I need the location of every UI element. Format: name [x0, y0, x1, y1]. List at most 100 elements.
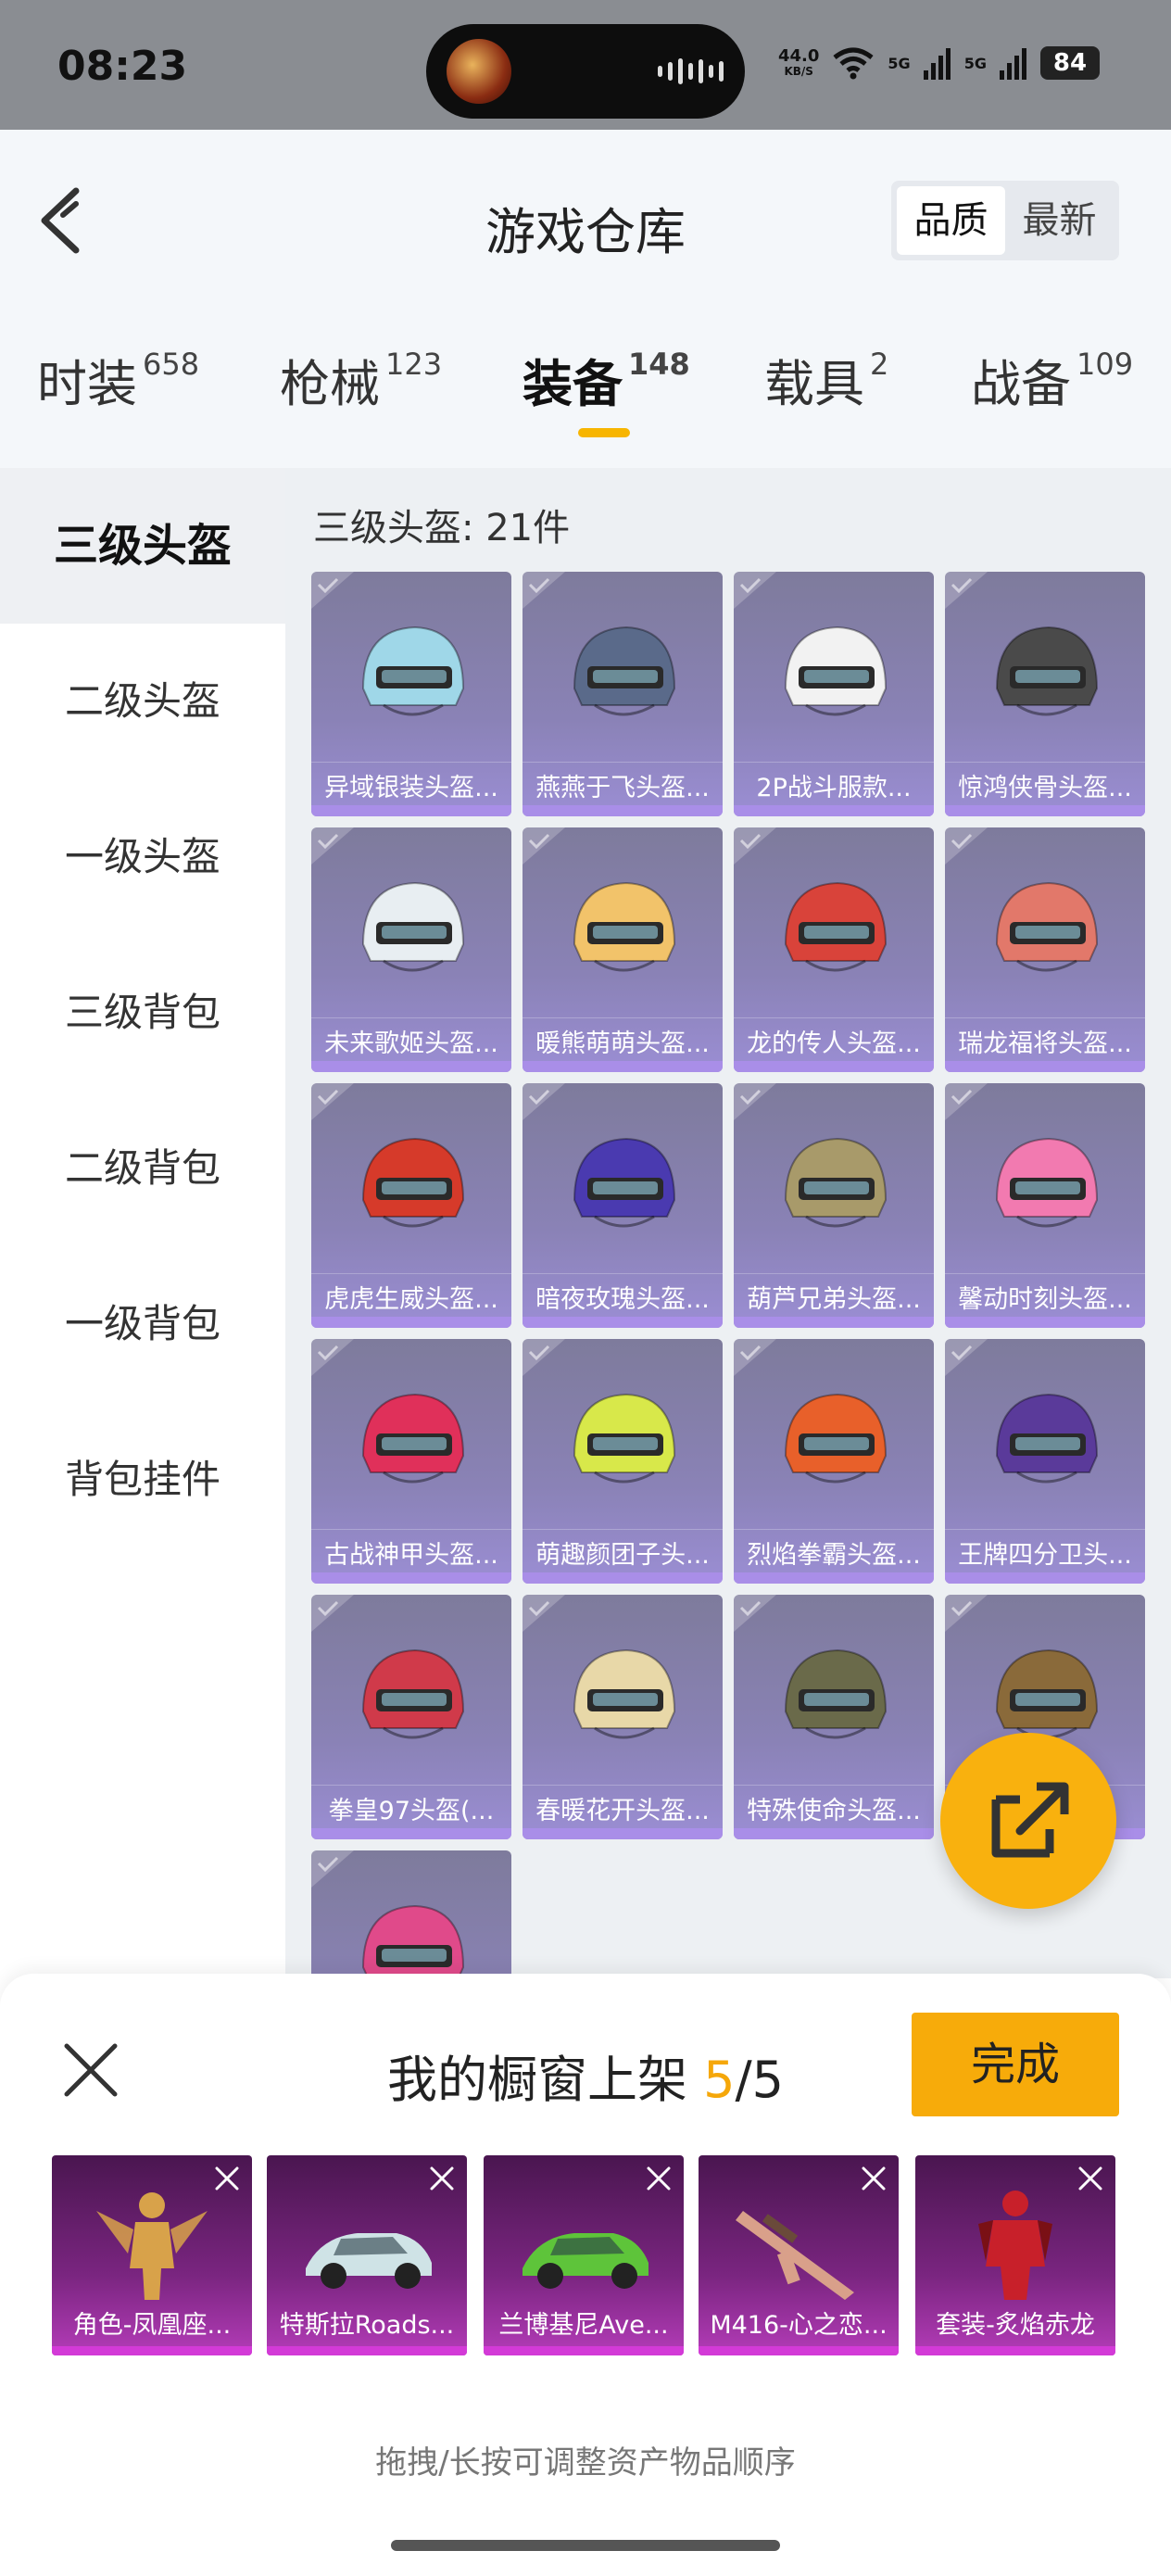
check-corner-icon	[945, 1083, 988, 1120]
tab-supplies[interactable]: 战备 109	[971, 343, 1133, 416]
card-divider	[311, 1785, 511, 1786]
item-name: 异域银装头盔...	[324, 774, 498, 802]
item-name: 春暖花开头盔...	[535, 1797, 710, 1825]
slot-name: 特斯拉Roads...	[279, 2311, 455, 2340]
rarity-bar	[945, 1572, 1145, 1584]
sidebar-item-level3-helmet[interactable]: 三级头盔	[0, 468, 285, 624]
helmet-icon	[995, 1137, 1099, 1228]
helmet-item-card[interactable]	[311, 1850, 511, 1978]
signal-2-icon	[999, 48, 1026, 80]
card-divider	[311, 1529, 511, 1530]
rarity-bar	[734, 1061, 934, 1072]
tab-label: 时装	[37, 355, 137, 413]
helmet-item-card[interactable]: 燕燕于飞头盔...	[523, 572, 723, 816]
sidebar-item-level1-backpack[interactable]: 一级背包	[0, 1246, 285, 1402]
suit-icon	[978, 2191, 1052, 2300]
rarity-bar	[945, 1061, 1145, 1072]
helmet-icon	[573, 625, 676, 716]
helmet-item-card[interactable]: 馨动时刻头盔...	[945, 1083, 1145, 1328]
showcase-slot[interactable]: 角色-凤凰座...	[52, 2155, 252, 2355]
helmet-item-card[interactable]: 烈焰拳霸头盔...	[734, 1339, 934, 1584]
check-corner-icon	[311, 572, 354, 609]
item-name: 虎虎生威头盔...	[324, 1285, 498, 1314]
helmet-item-card[interactable]: 异域银装头盔...	[311, 572, 511, 816]
net-speed-value: 44.0	[778, 46, 820, 66]
check-corner-icon	[523, 1083, 565, 1120]
car-icon	[523, 2233, 648, 2289]
card-divider	[523, 1785, 723, 1786]
tab-label: 战备	[971, 355, 1071, 413]
helmet-item-card[interactable]: 古战神甲头盔...	[311, 1339, 511, 1584]
helmet-item-card[interactable]: 未来歌姬头盔...	[311, 827, 511, 1072]
card-divider	[734, 762, 934, 763]
helmet-icon	[995, 881, 1099, 972]
check-corner-icon	[523, 1339, 565, 1376]
helmet-item-card[interactable]: 龙的传人头盔...	[734, 827, 934, 1072]
showcase-slot[interactable]: 套装-炙焰赤龙	[915, 2155, 1115, 2355]
check-corner-icon	[945, 572, 988, 609]
helmet-item-card[interactable]: 2P战斗服款...	[734, 572, 934, 816]
tab-guns[interactable]: 枪械 123	[280, 343, 442, 416]
tab-fashion[interactable]: 时装 658	[37, 343, 199, 416]
dynamic-island[interactable]	[426, 24, 745, 119]
sidebar-item-level3-backpack[interactable]: 三级背包	[0, 935, 285, 1091]
helmet-item-card[interactable]: 春暖花开头盔...	[523, 1595, 723, 1839]
item-name: 暖熊萌萌头盔...	[535, 1029, 710, 1058]
check-corner-icon	[945, 827, 988, 865]
check-corner-icon	[311, 827, 354, 865]
slot-name: 套装-炙焰赤龙	[936, 2311, 1095, 2340]
slot-name: 角色-凤凰座...	[72, 2311, 232, 2340]
sort-quality-button[interactable]: 品质	[897, 186, 1005, 255]
rarity-bar	[52, 2346, 252, 2355]
helmet-item-card[interactable]: 虎虎生威头盔...	[311, 1083, 511, 1328]
sidebar-item-level2-helmet[interactable]: 二级头盔	[0, 624, 285, 779]
helmet-item-card[interactable]: 暗夜玫瑰头盔...	[523, 1083, 723, 1328]
check-corner-icon	[945, 1595, 988, 1632]
tab-count: 123	[385, 347, 443, 382]
sidebar-item-level2-backpack[interactable]: 二级背包	[0, 1091, 285, 1246]
helmet-icon	[361, 1648, 465, 1739]
helmet-item-card[interactable]: 惊鸿侠骨头盔...	[945, 572, 1145, 816]
done-button[interactable]: 完成	[912, 2013, 1119, 2116]
helmet-item-card[interactable]: 葫芦兄弟头盔...	[734, 1083, 934, 1328]
helmet-icon	[361, 1904, 465, 1978]
showcase-slot[interactable]: M416-心之恋...	[699, 2155, 899, 2355]
rifle-icon	[736, 2211, 854, 2300]
helmet-item-card[interactable]: 萌趣颜团子头...	[523, 1339, 723, 1584]
helmet-item-card[interactable]: 暖熊萌萌头盔...	[523, 827, 723, 1072]
showcase-slot[interactable]: 兰博基尼Ave...	[484, 2155, 684, 2355]
item-name: 惊鸿侠骨头盔...	[958, 774, 1132, 802]
sort-latest-button[interactable]: 最新	[1005, 186, 1114, 255]
helmet-item-card[interactable]: 王牌四分卫头...	[945, 1339, 1145, 1584]
helmet-icon	[784, 881, 888, 972]
helmet-icon	[361, 1393, 465, 1484]
item-name: 2P战斗服款...	[756, 774, 912, 802]
tab-vehicles[interactable]: 载具 2	[764, 343, 888, 416]
card-divider	[945, 1017, 1145, 1018]
showcase-panel: 我的橱窗上架 5/5 完成 角色-凤凰座... 特斯拉Roads... 兰博基尼Av…	[0, 1974, 1171, 2576]
check-corner-icon	[734, 1339, 776, 1376]
rarity-bar	[523, 1828, 723, 1839]
card-divider	[734, 1273, 934, 1274]
item-name: 王牌四分卫头...	[958, 1541, 1132, 1570]
check-corner-icon	[311, 1595, 354, 1632]
helmet-item-card[interactable]: 拳皇97头盔(...	[311, 1595, 511, 1839]
card-divider	[523, 1529, 723, 1530]
helmet-icon	[573, 881, 676, 972]
helmet-item-card[interactable]: 瑞龙福将头盔...	[945, 827, 1145, 1072]
sidebar-item-level1-helmet[interactable]: 一级头盔	[0, 779, 285, 935]
showcase-total: /5	[735, 2051, 785, 2109]
net-speed-unit: KB/S	[784, 65, 813, 78]
signal-1-label: 5G	[888, 54, 911, 72]
helmet-item-card[interactable]: 特殊使命头盔...	[734, 1595, 934, 1839]
share-button[interactable]	[940, 1733, 1116, 1909]
tab-count: 109	[1077, 347, 1134, 382]
helmet-icon	[784, 1393, 888, 1484]
home-indicator[interactable]	[391, 2540, 780, 2551]
item-name: 馨动时刻头盔...	[958, 1285, 1132, 1314]
tab-label: 装备	[523, 355, 623, 413]
sidebar-item-backpack-charm[interactable]: 背包挂件	[0, 1402, 285, 1558]
subcategory-sidebar: 三级头盔 二级头盔 一级头盔 三级背包 二级背包 一级背包 背包挂件	[0, 468, 285, 1978]
showcase-slot[interactable]: 特斯拉Roads...	[267, 2155, 467, 2355]
tab-equipment[interactable]: 装备 148	[523, 343, 690, 416]
